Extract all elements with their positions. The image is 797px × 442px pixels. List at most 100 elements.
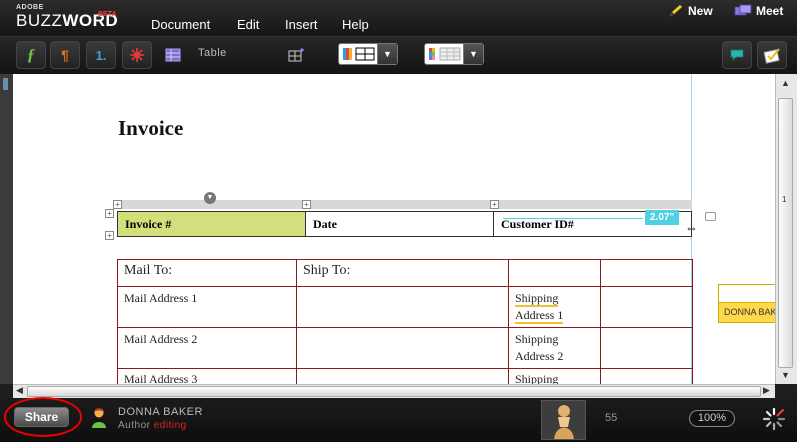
starburst-icon <box>130 48 144 62</box>
cell-border-dropdown[interactable]: ▼ <box>338 43 398 65</box>
cell-shading-dropdown[interactable]: ▼ <box>424 43 484 65</box>
scroll-down-icon[interactable]: ▼ <box>781 370 790 380</box>
table-cell[interactable] <box>296 327 509 369</box>
table-cell[interactable]: Date <box>305 211 494 237</box>
table-cell[interactable] <box>600 327 693 369</box>
document-canvas[interactable]: Invoice + + + + + ▼ Invoice # Date Custo… <box>13 74 775 384</box>
pencil-icon <box>669 4 683 17</box>
beta-badge: BETA <box>98 11 117 18</box>
document-title[interactable]: Invoice <box>118 116 183 141</box>
add-row-icon[interactable]: + <box>105 231 114 240</box>
table-tool-button[interactable] <box>158 41 188 69</box>
font-style-button[interactable]: ƒ <box>16 41 46 69</box>
table-cell[interactable]: Shipping Address 2 <box>508 327 601 369</box>
table-row: Mail Address 3 Shipping <box>117 368 693 384</box>
zoom-level[interactable]: 100% <box>689 410 735 427</box>
shading-swatch-icon <box>429 47 461 61</box>
document-thumbnail[interactable] <box>541 400 586 440</box>
table-cell[interactable] <box>600 286 693 328</box>
table-cell[interactable]: Mail Address 1 <box>117 286 297 328</box>
table-cell[interactable] <box>508 259 601 287</box>
menu-insert[interactable]: Insert <box>285 17 318 32</box>
table-cell[interactable] <box>296 286 509 328</box>
menu-bar: ADOBE BUZZWORD BETA Document Edit Insert… <box>0 0 797 36</box>
meet-button[interactable]: Meet <box>734 4 783 18</box>
buzzword-app: ADOBE BUZZWORD BETA Document Edit Insert… <box>0 0 797 442</box>
font-f-icon: ƒ <box>26 45 36 64</box>
format-toolbar: ƒ ¶ 1. Table ▼ ▼ <box>0 36 797 74</box>
scroll-up-icon[interactable]: ▲ <box>781 78 790 88</box>
horizontal-scrollbar[interactable]: ◀ ▶ <box>13 384 775 398</box>
table-row: Mail Address 2 Shipping Address 2 <box>117 327 693 369</box>
table-column-handles[interactable] <box>117 200 692 209</box>
activity-spinner-icon <box>762 407 786 431</box>
menu-document[interactable]: Document <box>151 17 210 32</box>
gutter-marker <box>3 78 8 90</box>
speech-bubble-icon <box>730 49 744 61</box>
sticky-note-author: DONNA BAK <box>724 307 777 317</box>
new-label: New <box>688 4 713 18</box>
list-button[interactable]: 1. <box>86 41 116 69</box>
chevron-down-icon: ▼ <box>377 44 397 64</box>
menu-edit[interactable]: Edit <box>237 17 259 32</box>
table-cell[interactable]: Mail Address 3 <box>117 368 297 384</box>
table-row: Mail To: Ship To: <box>117 259 693 287</box>
add-column-icon[interactable]: + <box>302 200 311 209</box>
comment-sticky-note[interactable]: DONNA BAK <box>718 284 777 323</box>
paragraph-button[interactable]: ¶ <box>50 41 80 69</box>
scroll-left-icon[interactable]: ◀ <box>16 385 23 396</box>
comment-marker-icon[interactable] <box>705 212 716 221</box>
table-row: Mail Address 1 Shipping Address 1 <box>117 286 693 328</box>
page-count: 55 <box>605 412 618 424</box>
new-button[interactable]: New <box>668 4 713 18</box>
numbered-list-icon: 1. <box>95 47 107 63</box>
review-button[interactable] <box>757 41 787 69</box>
left-gutter <box>0 74 13 384</box>
table-cell[interactable]: Shipping <box>508 368 601 384</box>
border-style-icon <box>343 47 375 61</box>
comment-button[interactable] <box>722 41 752 69</box>
menu-help[interactable]: Help <box>342 17 369 32</box>
invoice-header-table[interactable]: Invoice # Date Customer ID# <box>117 211 692 237</box>
address-table[interactable]: Mail To: Ship To: Mail Address 1 Shippin… <box>117 259 693 384</box>
table-cell[interactable]: Mail Address 2 <box>117 327 297 369</box>
spellcheck-text: Shipping Address 1 <box>515 291 564 324</box>
chevron-down-icon: ▼ <box>463 44 483 64</box>
table-row: Invoice # Date Customer ID# <box>117 211 692 237</box>
column-resize-icon[interactable]: ⇔ <box>685 220 698 235</box>
status-bar: Share DONNA BAKER Author editing 55 100% <box>0 397 797 442</box>
table-grid-icon <box>288 48 304 62</box>
column-width-guide <box>503 218 643 219</box>
scroll-right-icon[interactable]: ▶ <box>763 385 770 396</box>
statue-icon <box>542 401 585 439</box>
table-cell[interactable] <box>600 368 693 384</box>
table-cell[interactable]: Ship To: <box>296 259 509 287</box>
insert-table-grid-button[interactable] <box>281 41 311 69</box>
table-cell[interactable]: Shipping Address 1 <box>508 286 601 328</box>
meet-icon <box>734 4 752 16</box>
add-column-icon[interactable]: + <box>490 200 499 209</box>
table-cell[interactable] <box>296 368 509 384</box>
table-cell[interactable] <box>600 259 693 287</box>
author-avatar-icon <box>92 408 106 428</box>
column-menu-icon[interactable]: ▼ <box>204 192 216 204</box>
user-name: DONNA BAKER <box>118 406 203 418</box>
vertical-scrollbar[interactable]: ▲ ▼ <box>775 74 797 384</box>
column-width-tooltip: 2.07" <box>645 210 680 225</box>
add-row-icon[interactable]: + <box>105 209 114 218</box>
user-role: Author editing <box>118 420 187 431</box>
checkmark-note-icon <box>763 48 780 64</box>
table-cell[interactable]: Mail To: <box>117 259 297 287</box>
page-indicator: 1 <box>782 195 787 204</box>
insert-image-button[interactable] <box>122 41 152 69</box>
sticky-note-body[interactable] <box>719 285 777 303</box>
meet-label: Meet <box>756 4 784 18</box>
vertical-scroll-thumb[interactable] <box>778 98 793 368</box>
table-icon <box>165 48 181 62</box>
share-highlight-circle <box>4 397 82 437</box>
horizontal-scroll-thumb[interactable] <box>27 386 761 397</box>
table-cell[interactable]: Invoice # <box>117 211 306 237</box>
add-column-icon[interactable]: + <box>113 200 122 209</box>
table-label: Table <box>198 47 227 59</box>
pilcrow-icon: ¶ <box>61 47 69 63</box>
